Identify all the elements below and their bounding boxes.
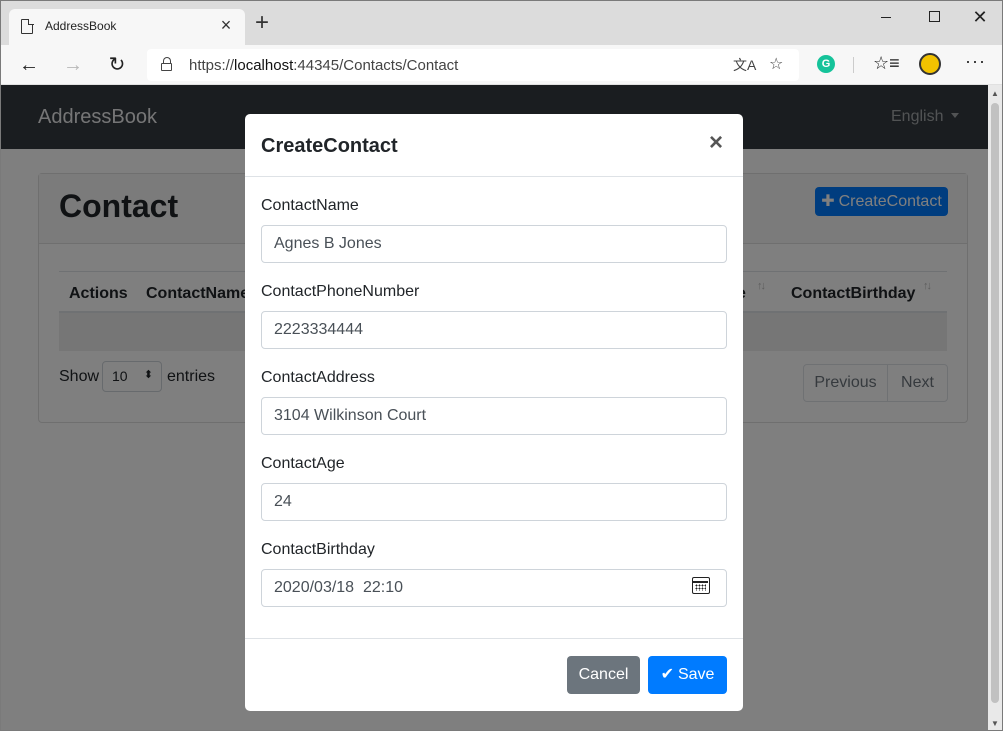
back-arrow-icon[interactable]: ← (15, 51, 43, 79)
contact-address-input[interactable]: 3104 Wilkinson Court (261, 397, 727, 435)
toolbar-separator (853, 57, 854, 73)
modal-header: CreateContact × (245, 114, 743, 177)
contact-name-input[interactable]: Agnes B Jones (261, 225, 727, 263)
scroll-down-icon[interactable]: ▼ (991, 719, 999, 728)
favorites-list-icon[interactable]: ☆≡ (873, 53, 900, 74)
contact-age-label: ContactAge (261, 455, 345, 472)
scroll-up-icon[interactable]: ▲ (991, 89, 999, 98)
browser-window: AddressBook × + ✕ ← → ↻ https://localhos… (0, 0, 1003, 731)
cancel-button[interactable]: Cancel (567, 656, 640, 694)
close-icon[interactable]: × (709, 131, 723, 155)
contact-birthday-input[interactable]: 2020/03/18 22:10 (261, 569, 727, 607)
grammarly-extension-icon[interactable]: G (817, 55, 835, 73)
page-icon (21, 18, 34, 34)
profile-avatar[interactable] (919, 53, 941, 75)
contact-address-label: ContactAddress (261, 369, 375, 386)
minimize-icon[interactable] (863, 7, 909, 27)
url-text[interactable]: https://localhost:44345/Contacts/Contact (189, 57, 458, 74)
contact-phone-label: ContactPhoneNumber (261, 283, 420, 300)
favorite-star-icon[interactable]: ☆ (769, 55, 783, 75)
save-button[interactable]: ✔ Save (648, 656, 727, 694)
check-icon: ✔ (660, 666, 674, 683)
contact-age-input[interactable]: 24 (261, 483, 727, 521)
reload-icon[interactable]: ↻ (103, 51, 131, 79)
tab-strip: AddressBook × + ✕ (1, 1, 1002, 45)
lock-icon (161, 57, 172, 71)
browser-toolbar: ← → ↻ https://localhost:44345/Contacts/C… (1, 45, 1002, 85)
maximize-icon[interactable] (911, 7, 957, 27)
contact-phone-input[interactable]: 2223334444 (261, 311, 727, 349)
tab-title: AddressBook (45, 19, 117, 33)
close-window-icon[interactable]: ✕ (957, 7, 1002, 27)
address-bar[interactable]: https://localhost:44345/Contacts/Contact… (147, 49, 799, 81)
create-contact-modal: CreateContact × ContactName Agnes B Jone… (245, 114, 743, 711)
browser-tab[interactable]: AddressBook × (9, 9, 245, 45)
scrollbar-thumb[interactable] (991, 103, 999, 703)
calendar-icon[interactable] (692, 577, 710, 594)
page-scrollbar[interactable]: ▲ ▼ (988, 85, 1002, 730)
close-tab-icon[interactable]: × (215, 14, 237, 36)
contact-birthday-label: ContactBirthday (261, 541, 375, 558)
contact-name-label: ContactName (261, 197, 359, 214)
modal-footer: Cancel ✔ Save (245, 638, 743, 711)
translate-icon[interactable]: 文A (733, 55, 756, 75)
modal-title: CreateContact (261, 135, 398, 157)
more-menu-icon[interactable]: ··· (965, 51, 986, 72)
new-tab-icon[interactable]: + (255, 10, 269, 36)
forward-arrow-icon[interactable]: → (59, 51, 87, 79)
